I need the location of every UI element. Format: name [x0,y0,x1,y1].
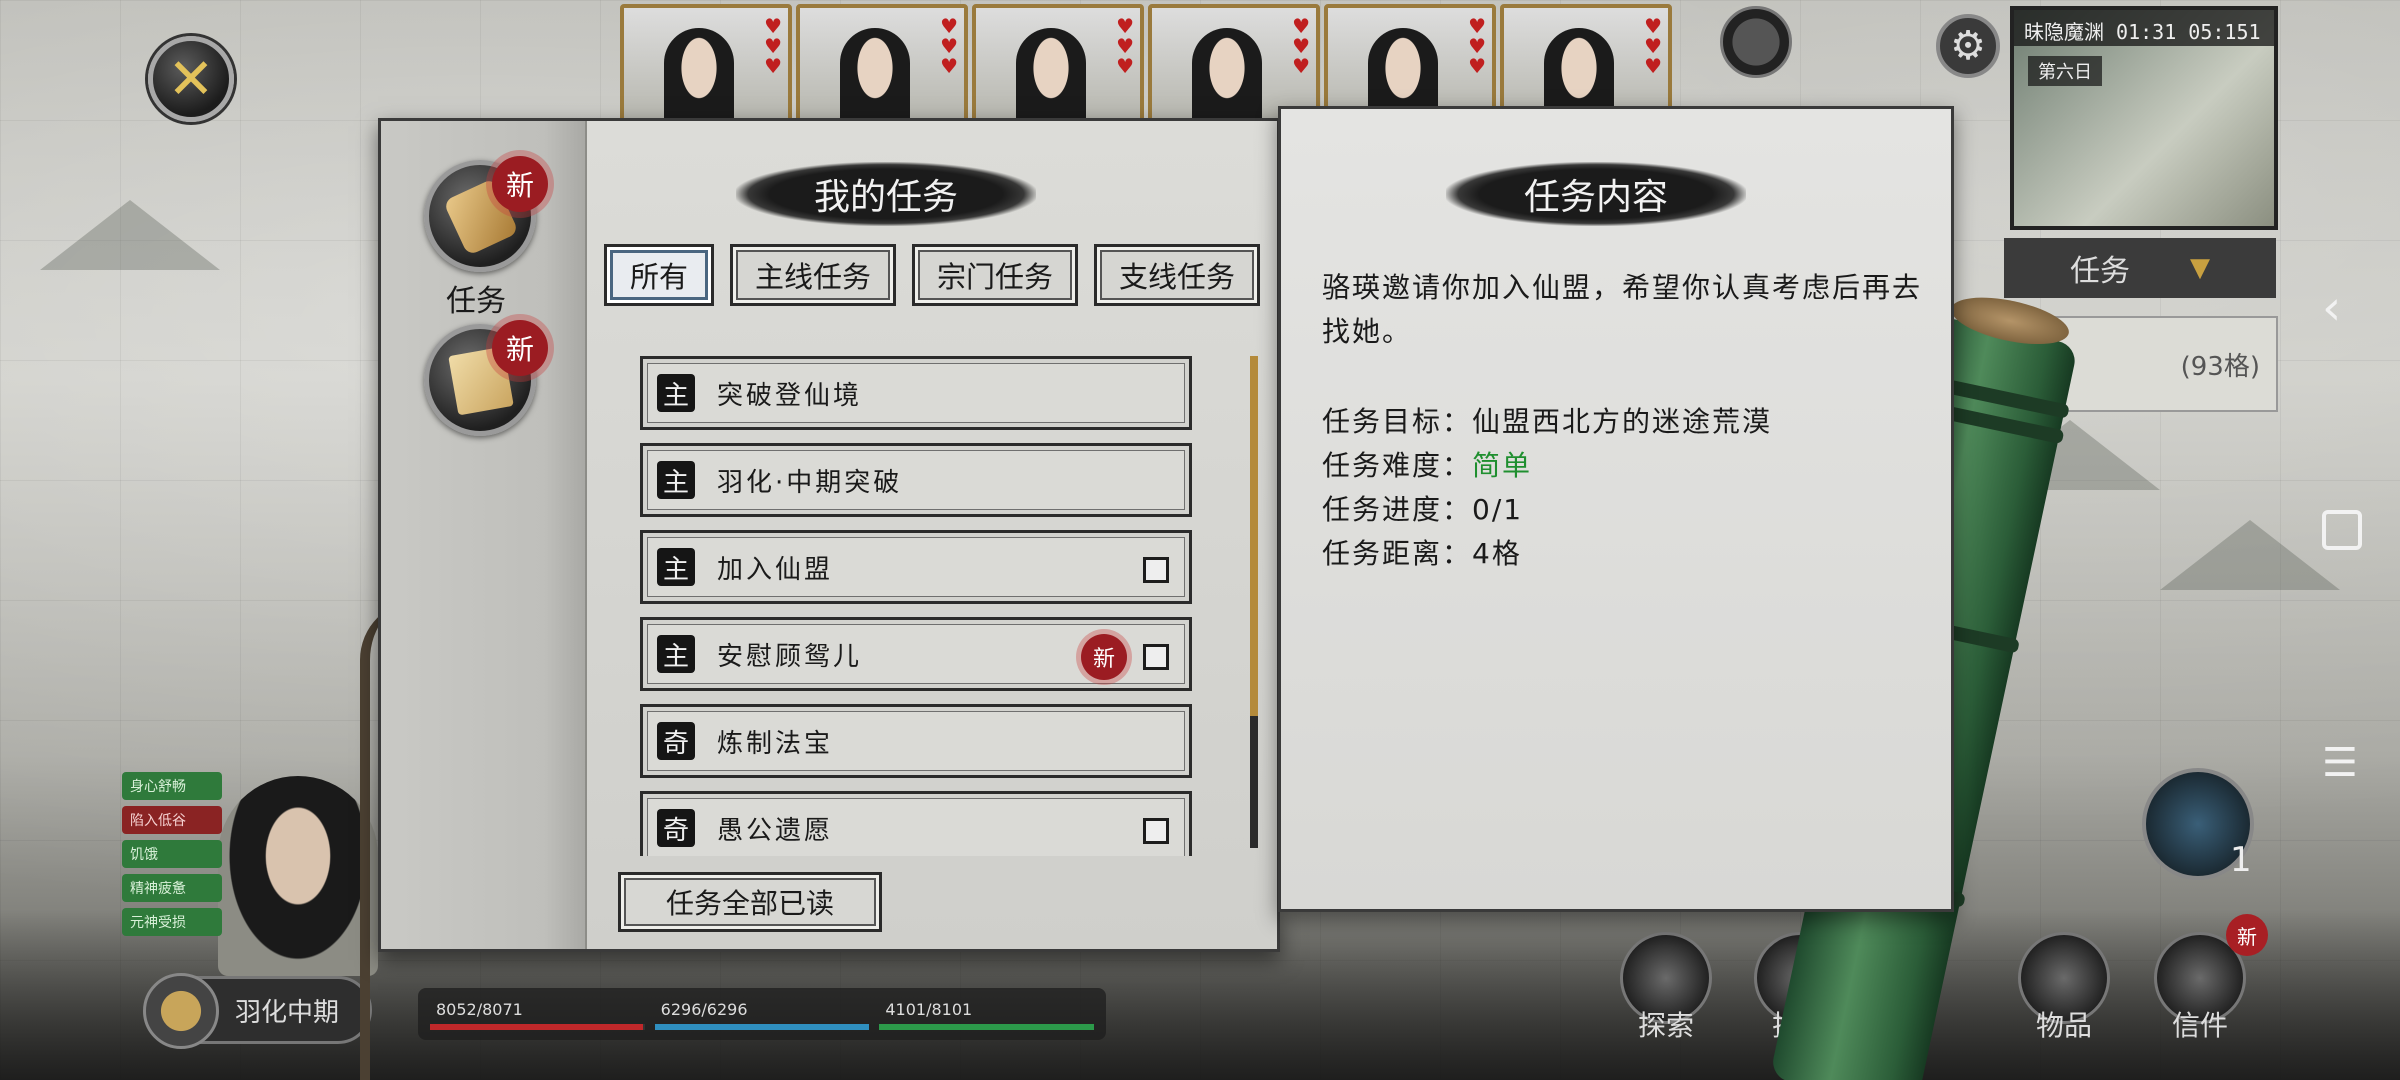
quest-new-badge: 新 [1081,634,1127,680]
status-tag[interactable]: 饥饿 [122,840,222,868]
scrollbar-thumb[interactable] [1250,356,1258,716]
home-square-icon[interactable] [2322,510,2362,550]
mp-bar-fill [654,1024,870,1030]
items-button[interactable]: 物品 [2014,932,2114,1044]
quest-name: 愚公遗愿 [717,815,834,846]
quest-distance-row: 任务距离：4格 [1322,532,1522,572]
mp-value: 6296/6296 [660,1000,748,1019]
mountain-decoration [40,200,220,270]
quest-type-badge: 主 [657,635,695,673]
gear-icon[interactable]: ⚙ [1936,14,2000,78]
my-quests-title: 我的任务 [736,162,1036,226]
realm-badge[interactable]: 羽化中期 [143,973,372,1049]
status-tag[interactable]: 元神受损 [122,908,222,936]
mark-all-read-button[interactable]: 任务全部已读 [618,872,882,932]
close-icon: ✕ [167,46,215,112]
sp-stat: 4101/8101 [879,998,1095,1030]
minimap-day: 第六日 [2028,56,2102,86]
quest-item[interactable]: 奇 炼制法宝 [640,704,1192,778]
quest-goal-row: 任务目标：仙盟西北方的迷途荒漠 [1322,400,1772,440]
mp-stat: 6296/6296 [654,998,870,1030]
minimap-time: 昧隐魔渊 01:31 05:151 [2014,10,2274,46]
quest-type-badge: 奇 [657,809,695,847]
close-button[interactable]: ✕ [148,36,234,122]
explore-label: 探索 [1637,1009,1694,1042]
sp-value: 4101/8101 [885,1000,973,1019]
realm-seal-icon [143,973,219,1049]
letters-new-badge: 新 [2226,914,2268,956]
minimap[interactable]: 昧隐魔渊 01:31 05:151 第六日 [2010,6,2278,230]
quest-type-badge: 主 [657,548,695,586]
quest-difficulty-value: 简单 [1472,449,1533,482]
hp-stat: 8052/8071 [430,998,645,1030]
quest-track-checkbox[interactable] [1143,818,1169,844]
quest-item[interactable]: 主 羽化·中期突破 [640,443,1192,517]
task-dropdown[interactable]: 任务 ▼ [2004,238,2276,298]
status-tag[interactable]: 身心舒畅 [122,772,222,800]
mountain-decoration [2160,520,2340,590]
party-portrait[interactable]: ♥ ♥ ♥ [1500,4,1672,122]
quest-type-badge: 奇 [657,722,695,760]
back-icon[interactable]: ‹ [2322,280,2341,336]
quest-item[interactable]: 主 突破登仙境 [640,356,1192,430]
quest-item[interactable]: 主 安慰顾鸳儿 新 [640,617,1192,691]
quest-name: 加入仙盟 [717,554,834,585]
status-tag[interactable]: 陷入低谷 [122,806,222,834]
quest-progress-value: 0/1 [1472,493,1524,526]
map-info-text: (93格) [2180,351,2260,382]
player-avatar[interactable] [218,776,378,976]
quest-progress-label: 任务进度： [1322,493,1473,526]
quest-goal-value: 仙盟西北方的迷途荒漠 [1472,405,1773,438]
quest-difficulty-row: 任务难度：简单 [1322,444,1532,484]
party-portraits: ♥ ♥ ♥ ♥ ♥ ♥ ♥ ♥ ♥ ♥ ♥ ♥ ♥ ♥ ♥ ♥ ♥ ♥ [620,4,1672,122]
quest-description: 骆瑛邀请你加入仙盟，希望你认真考虑后再去找她。 [1322,271,1923,348]
yinyang-count: 1 [2230,840,2252,880]
hp-bar-fill [430,1024,643,1030]
party-portrait[interactable]: ♥ ♥ ♥ [620,4,792,122]
party-portrait[interactable]: ♥ ♥ ♥ [1324,4,1496,122]
sp-bar-fill [879,1024,1095,1030]
quest-distance-value: 4格 [1472,537,1522,570]
quest-detail-title: 任务内容 [1446,162,1746,226]
tab-all[interactable]: 所有 [604,244,714,306]
quest-type-badge: 主 [657,461,695,499]
quest-name: 突破登仙境 [717,380,863,411]
triangle-down-icon: ▼ [2190,253,2210,283]
quest-name: 安慰顾鸳儿 [717,641,863,672]
quest-list-scrollbar[interactable] [1250,356,1258,848]
status-tag[interactable]: 精神疲惫 [122,874,222,902]
quests-new-badge: 新 [492,156,548,212]
team-icon[interactable] [1720,6,1792,78]
quest-track-checkbox[interactable] [1143,557,1169,583]
quest-type-badge: 主 [657,374,695,412]
realm-label: 羽化中期 [234,997,339,1028]
quest-distance-label: 任务距离： [1322,537,1473,570]
quest-name: 羽化·中期突破 [717,467,903,498]
quest-progress-row: 任务进度：0/1 [1322,488,1523,528]
letters-label: 信件 [2171,1009,2228,1042]
quest-track-checkbox[interactable] [1143,644,1169,670]
quest-difficulty-label: 任务难度： [1322,449,1473,482]
tab-main-quests[interactable]: 主线任务 [730,244,896,306]
quest-item[interactable]: 奇 愚公遗愿 [640,791,1192,856]
items-label: 物品 [2035,1009,2092,1042]
tab-sect-quests[interactable]: 宗门任务 [912,244,1078,306]
party-portrait[interactable]: ♥ ♥ ♥ [1148,4,1320,122]
quest-goal-label: 任务目标： [1322,405,1473,438]
menu-icon[interactable]: ☰ [2322,740,2358,786]
quest-list: 主 突破登仙境 主 羽化·中期突破 主 加入仙盟 主 安慰顾鸳儿 新 奇 炼制法… [640,356,1192,856]
stat-bars: 8052/8071 6296/6296 4101/8101 [418,988,1106,1040]
party-portrait[interactable]: ♥ ♥ ♥ [972,4,1144,122]
letters-tab-new-badge: 新 [492,320,548,376]
quest-name: 炼制法宝 [717,728,834,759]
explore-button[interactable]: 探索 [1616,932,1716,1044]
tab-side-quests[interactable]: 支线任务 [1094,244,1260,306]
task-dropdown-label: 任务 [2070,254,2130,289]
sidebar-tab-label: 任务 [446,284,506,319]
status-tags: 身心舒畅 陷入低谷 饥饿 精神疲惫 元神受损 [122,772,222,936]
party-portrait[interactable]: ♥ ♥ ♥ [796,4,968,122]
quest-item[interactable]: 主 加入仙盟 [640,530,1192,604]
